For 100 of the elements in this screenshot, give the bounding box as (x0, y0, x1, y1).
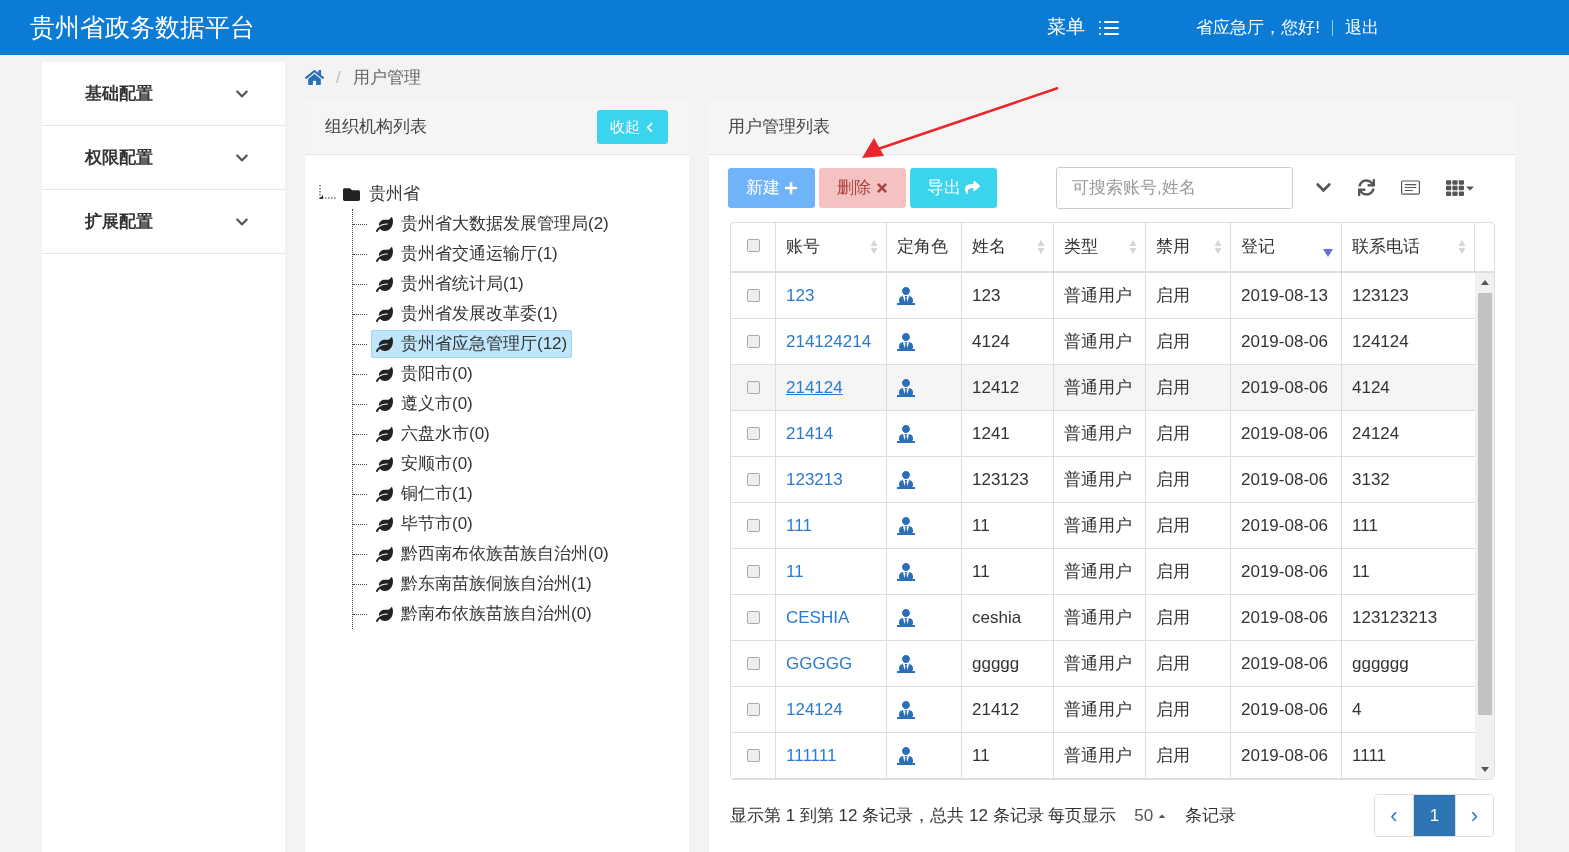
table-cell: 1241 (962, 411, 1054, 456)
table-cell: 2019-08-06 (1231, 411, 1342, 456)
leaf-icon (376, 485, 393, 503)
checkbox[interactable] (746, 703, 760, 716)
page-size-dropdown[interactable]: 50 (1134, 802, 1168, 829)
account-link[interactable]: 124124 (786, 696, 843, 723)
assign-role-icon[interactable] (897, 608, 915, 627)
table-cell: 11 (962, 503, 1054, 548)
account-link[interactable]: CESHIA (786, 604, 850, 631)
tree-node[interactable]: 贵州省发展改革委(1) (371, 300, 563, 328)
search-field[interactable]: 可搜索账号,姓名 (1056, 166, 1293, 209)
table-cell: 普通用户 (1054, 411, 1146, 456)
assign-role-icon[interactable] (897, 700, 915, 719)
assign-role-icon[interactable] (897, 562, 915, 581)
account-link[interactable]: 21414 (786, 420, 834, 447)
column-header[interactable]: 联系电话 (1342, 223, 1475, 271)
table-row[interactable]: 123213 123123 普通用户 启用 2019-08-06 3132 (731, 457, 1475, 503)
assign-role-icon[interactable] (897, 378, 915, 397)
scrollbar[interactable] (1475, 273, 1494, 779)
tree-node[interactable]: 贵州省大数据发展管理局(2) (371, 210, 614, 238)
tree-node[interactable]: 安顺市(0) (371, 450, 478, 478)
table-row[interactable]: 214124214 4124 普通用户 启用 2019-08-06 124124 (731, 319, 1475, 365)
checkbox[interactable] (746, 749, 760, 762)
account-link[interactable]: 214124 (786, 374, 843, 401)
table-cell-text: 3132 (1351, 468, 1391, 491)
table-cell: 启用 (1146, 733, 1231, 778)
columns-toggle[interactable] (1446, 178, 1476, 197)
checkbox[interactable] (746, 239, 760, 252)
column-header[interactable]: 账号 (776, 223, 887, 271)
table-row[interactable]: 11 11 普通用户 启用 2019-08-06 11 (731, 549, 1475, 595)
sidebar-item[interactable]: 权限配置 (42, 126, 285, 190)
menu-button[interactable]: 菜单 (1047, 13, 1122, 42)
account-link[interactable]: 214124214 (786, 328, 872, 355)
tree-node[interactable]: 黔西南布依族苗族自治州(0) (371, 540, 614, 568)
account-link[interactable]: 111 (786, 512, 812, 539)
account-link[interactable]: 111111 (786, 742, 837, 769)
account-link[interactable]: GGGGG (786, 650, 853, 677)
tree-node[interactable]: 贵阳市(0) (371, 360, 478, 388)
table-row[interactable]: 111 11 普通用户 启用 2019-08-06 111 (731, 503, 1475, 549)
next-page-button[interactable]: › (1455, 795, 1493, 836)
assign-role-icon[interactable] (897, 654, 915, 673)
assign-role-icon[interactable] (897, 470, 915, 489)
tree-node[interactable]: 贵州省 (369, 181, 420, 207)
table-row[interactable]: CESHIA ceshia 普通用户 启用 2019-08-06 123123213 (731, 595, 1475, 641)
table-cell: ggggg (962, 641, 1054, 686)
account-link[interactable]: 123 (786, 282, 815, 309)
table-cell: 普通用户 (1054, 687, 1146, 732)
tree-node[interactable]: 贵州省应急管理厅(12) (371, 330, 573, 358)
leaf-icon (376, 605, 393, 623)
tree-node[interactable]: 贵州省统计局(1) (371, 270, 529, 298)
checkbox[interactable] (746, 657, 760, 670)
table-cell: 21412 (962, 687, 1054, 732)
page-button[interactable]: 1 (1413, 795, 1455, 836)
tree-node[interactable]: 铜仁市(1) (371, 480, 478, 508)
assign-role-icon[interactable] (897, 424, 915, 443)
checkbox[interactable] (746, 335, 760, 348)
tree-node[interactable]: 黔南布依族苗族自治州(0) (371, 600, 597, 628)
sidebar-item[interactable]: 扩展配置 (42, 190, 285, 254)
card-view-icon[interactable] (1401, 178, 1420, 197)
table-row[interactable]: GGGGG ggggg 普通用户 启用 2019-08-06 gggggg (731, 641, 1475, 687)
column-header[interactable]: 禁用 (1146, 223, 1231, 271)
table-cell: 11 (962, 733, 1054, 778)
table-row[interactable]: 214124 12412 普通用户 启用 2019-08-06 4124 (731, 365, 1475, 411)
account-link[interactable]: 11 (786, 558, 804, 585)
sidebar-item[interactable]: 基础配置 (42, 62, 285, 126)
checkbox[interactable] (746, 519, 760, 532)
refresh-icon[interactable] (1358, 179, 1375, 196)
plus-icon (783, 180, 798, 195)
column-header[interactable]: 登记 (1231, 223, 1342, 271)
tree-node[interactable]: 六盘水市(0) (371, 420, 495, 448)
home-icon[interactable] (305, 68, 324, 87)
table-cell: 2019-08-06 (1231, 641, 1342, 686)
logout-link[interactable]: 退出 (1345, 14, 1379, 41)
table-row[interactable]: 21414 1241 普通用户 启用 2019-08-06 24124 (731, 411, 1475, 457)
table-row[interactable]: 123 123 普通用户 启用 2019-08-13 123123 (731, 273, 1475, 319)
checkbox[interactable] (746, 565, 760, 578)
account-link[interactable]: 123213 (786, 466, 843, 493)
checkbox[interactable] (746, 611, 760, 624)
table-row[interactable]: 111111 11 普通用户 启用 2019-08-06 1111 (731, 733, 1475, 779)
tree-node[interactable]: 毕节市(0) (371, 510, 478, 538)
chevron-left-icon (644, 121, 655, 133)
table-cell: 2019-08-13 (1231, 273, 1342, 318)
table-row[interactable]: 124124 21412 普通用户 启用 2019-08-06 4 (731, 687, 1475, 733)
column-header[interactable]: 定角色 (887, 223, 962, 271)
column-header[interactable]: 类型 (1054, 223, 1146, 271)
tree-node[interactable]: 黔东南苗族侗族自治州(1) (371, 570, 597, 598)
assign-role-icon[interactable] (897, 332, 915, 351)
column-header[interactable]: 姓名 (962, 223, 1054, 271)
checkbox[interactable] (746, 473, 760, 486)
tree-node[interactable]: 遵义市(0) (371, 390, 478, 418)
checkbox[interactable] (746, 427, 760, 440)
assign-role-icon[interactable] (897, 516, 915, 535)
checkbox[interactable] (746, 381, 760, 394)
assign-role-icon[interactable] (897, 286, 915, 305)
table-cell: 普通用户 (1054, 273, 1146, 318)
assign-role-icon[interactable] (897, 746, 915, 765)
table-cell-text: 123123213 (1351, 606, 1439, 629)
checkbox[interactable] (746, 289, 760, 302)
leaf-icon (376, 575, 393, 593)
tree-node[interactable]: 贵州省交通运输厅(1) (371, 240, 563, 268)
